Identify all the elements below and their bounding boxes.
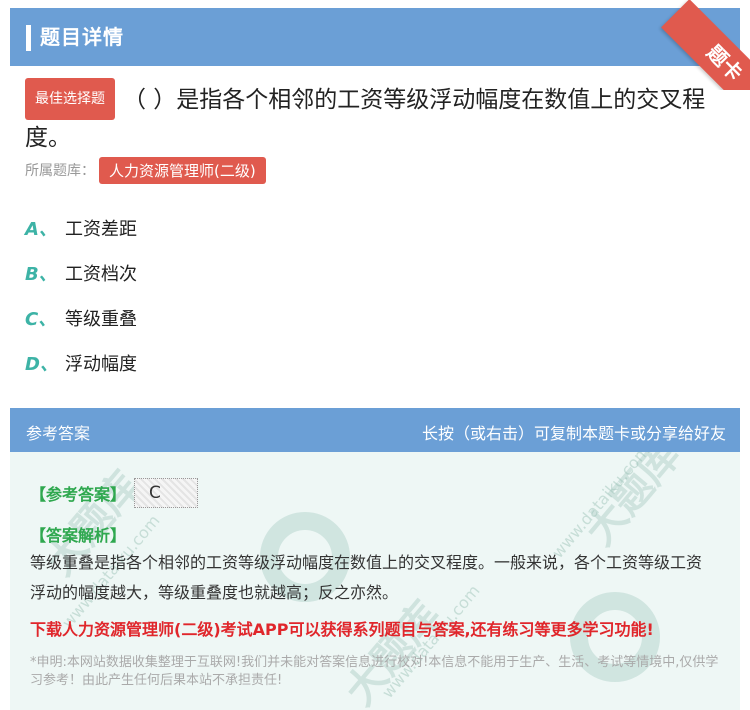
option-d[interactable]: D、 浮动幅度 <box>25 340 137 385</box>
reference-answer-row: 【参考答案】 C <box>30 478 199 508</box>
analysis-text: 等级重叠是指各个相邻的工资等级浮动幅度在数值上的交叉程度。一般来说，各个工资等级… <box>30 553 703 602</box>
corner-ribbon-label: 题卡 <box>661 0 750 90</box>
corner-ribbon-wrap: 题卡 <box>655 0 750 90</box>
question-stem: 最佳选择题（ ）是指各个相邻的工资等级浮动幅度在数值上的交叉程度。 <box>25 78 725 156</box>
option-c[interactable]: C、 等级重叠 <box>25 295 137 340</box>
title-bar: 题目详情 <box>10 8 740 66</box>
option-letter: D、 <box>25 353 58 375</box>
option-list: A、 工资差距 B、 工资档次 C、 等级重叠 D、 浮动幅度 <box>25 205 137 385</box>
reference-answer-label: 【参考答案】 <box>30 485 127 504</box>
disclaimer: *申明:本网站数据收集整理于互联网!我们并未能对答案信息进行校对!本信息不能用于… <box>30 655 719 688</box>
answer-header: 参考答案 长按（或右击）可复制本题卡或分享给好友 <box>10 408 740 452</box>
answer-header-title: 参考答案 <box>26 424 91 443</box>
question-text: （ ）是指各个相邻的工资等级浮动幅度在数值上的交叉程度。 <box>25 87 706 151</box>
bank-label: 所属题库： <box>25 163 95 179</box>
option-text: 等级重叠 <box>65 308 137 330</box>
option-b[interactable]: B、 工资档次 <box>25 250 137 295</box>
option-text: 工资差距 <box>65 218 137 240</box>
question-type-badge: 最佳选择题 <box>25 78 115 120</box>
bank-badge[interactable]: 人力资源管理师(二级) <box>99 156 266 184</box>
option-a[interactable]: A、 工资差距 <box>25 205 137 250</box>
app-download-promo[interactable]: 下载人力资源管理师(二级)考试APP可以获得系列题目与答案,还有练习等更多学习功… <box>30 616 654 640</box>
option-text: 浮动幅度 <box>65 353 137 375</box>
option-text: 工资档次 <box>65 263 137 285</box>
share-hint: 长按（或右击）可复制本题卡或分享给好友 <box>421 424 726 443</box>
question-area: 最佳选择题（ ）是指各个相邻的工资等级浮动幅度在数值上的交叉程度。 <box>25 78 725 156</box>
analysis-label: 【答案解析】 <box>30 526 127 545</box>
answer-body: 大题库 大题库 大题库 www.dataiku.com www.dataiku.… <box>10 452 740 710</box>
title-accent-mark <box>26 25 31 51</box>
option-letter: C、 <box>25 308 57 330</box>
question-bank-row: 所属题库： 人力资源管理师(二级) <box>25 156 266 184</box>
reference-answer-value: C <box>134 478 199 508</box>
page-title: 题目详情 <box>40 25 124 49</box>
option-letter: A、 <box>25 218 57 240</box>
option-letter: B、 <box>25 263 57 285</box>
